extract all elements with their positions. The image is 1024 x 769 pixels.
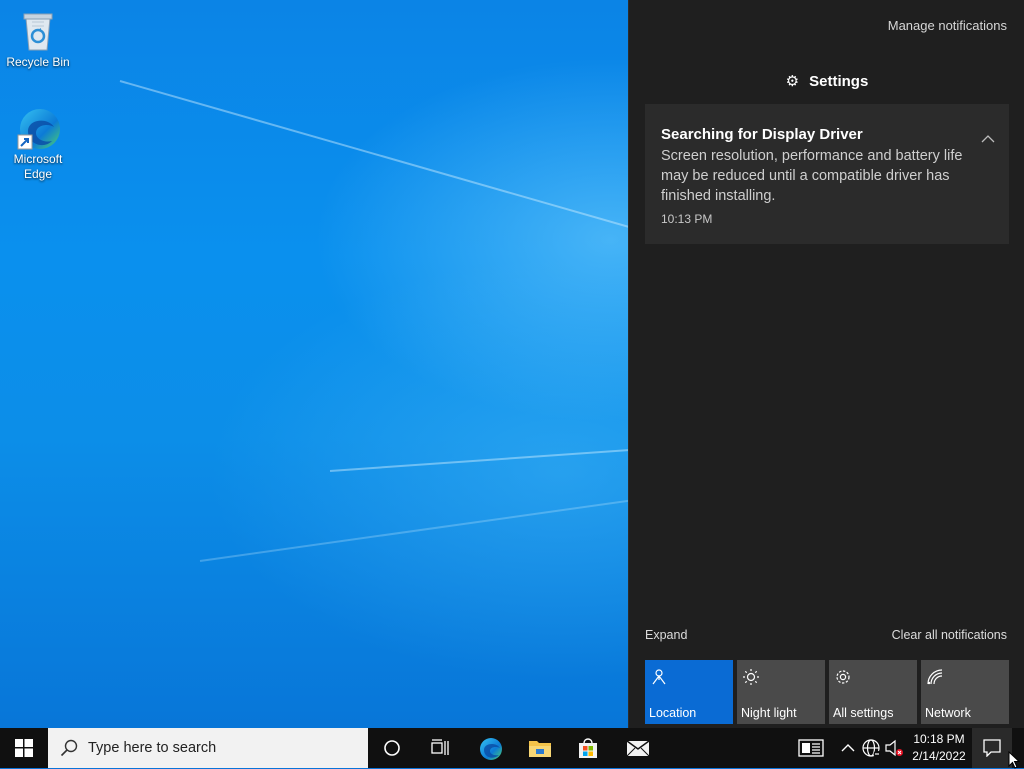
quick-action-label: Network	[925, 706, 971, 720]
quick-action-night-light[interactable]: Night light	[737, 660, 825, 724]
chevron-up-icon[interactable]	[838, 738, 858, 758]
taskbar: Type here to search 10:18 PM 2/14/2022	[0, 728, 1024, 768]
night-light-icon	[743, 669, 759, 685]
location-icon	[652, 669, 666, 685]
quick-action-location[interactable]: Location	[645, 660, 733, 724]
clear-all-notifications-link[interactable]: Clear all notifications	[892, 628, 1007, 642]
gear-icon	[836, 670, 850, 684]
quick-action-label: Night light	[741, 706, 797, 720]
volume-muted-icon[interactable]	[884, 738, 904, 758]
expand-quick-actions-link[interactable]: Expand	[645, 628, 687, 642]
notification-icon	[983, 739, 1001, 757]
action-center-button[interactable]	[972, 728, 1012, 768]
desktop-icon-label: Microsoft Edge	[13, 152, 63, 181]
notification-toast[interactable]: Searching for Display Driver Screen reso…	[645, 104, 1009, 244]
desktop-icon-microsoft-edge[interactable]: Microsoft Edge	[6, 105, 70, 182]
taskbar-file-explorer-button[interactable]	[515, 728, 563, 768]
mail-icon	[626, 740, 650, 757]
quick-action-label: All settings	[833, 706, 894, 720]
action-center-panel: Manage notifications ⚙ Settings Searching…	[628, 0, 1024, 728]
quick-action-all-settings[interactable]: All settings	[829, 660, 917, 724]
taskbar-microsoft-store-button[interactable]	[564, 728, 612, 768]
quick-action-network[interactable]: Network	[921, 660, 1009, 724]
task-view-icon	[431, 739, 449, 755]
quick-actions: Location Night light All settings Networ…	[645, 660, 1009, 724]
taskbar-search-box[interactable]: Type here to search	[48, 728, 368, 768]
notification-body: Screen resolution, performance and batte…	[661, 148, 963, 204]
gear-icon: ⚙	[785, 73, 800, 90]
edge-icon	[480, 738, 502, 760]
desktop-icon-label: Recycle Bin	[6, 55, 70, 69]
file-explorer-icon	[529, 741, 551, 757]
notification-time: 10:13 PM	[661, 212, 713, 226]
edge-icon	[17, 105, 60, 150]
manage-notifications-link[interactable]: Manage notifications	[888, 18, 1007, 33]
microsoft-store-icon	[579, 738, 597, 758]
network-icon	[927, 669, 943, 685]
network-icon[interactable]	[861, 738, 881, 758]
taskbar-mail-button[interactable]	[613, 728, 661, 768]
notification-title: Searching for Display Driver	[661, 126, 863, 143]
search-icon	[60, 739, 78, 757]
windows-logo-icon	[15, 739, 33, 757]
task-view-button[interactable]	[416, 728, 464, 768]
taskbar-clock[interactable]: 10:18 PM 2/14/2022	[908, 731, 970, 765]
search-placeholder: Type here to search	[88, 740, 217, 756]
taskbar-edge-button[interactable]	[466, 728, 514, 768]
clock-date: 2/14/2022	[912, 749, 966, 763]
quick-action-label: Location	[649, 706, 697, 720]
clock-time: 10:18 PM	[913, 732, 965, 746]
desktop-background: Recycle Bin Microsoft Edge	[0, 0, 628, 728]
start-button[interactable]	[0, 728, 48, 768]
news-icon[interactable]	[798, 738, 824, 758]
cortana-icon	[384, 740, 400, 756]
mouse-cursor-icon	[1008, 751, 1020, 769]
desktop-icon-recycle-bin[interactable]: Recycle Bin	[6, 8, 70, 70]
chevron-up-icon[interactable]	[981, 134, 995, 144]
recycle-bin-icon	[18, 8, 58, 52]
cortana-button[interactable]	[368, 728, 416, 768]
notification-group-header[interactable]: ⚙ Settings	[629, 72, 1024, 90]
group-header-label: Settings	[809, 73, 869, 90]
